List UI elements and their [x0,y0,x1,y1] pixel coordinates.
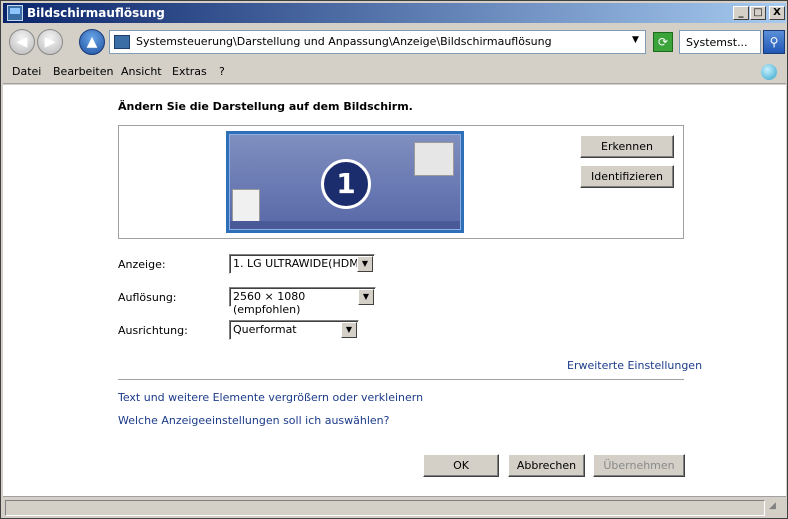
orientation-select[interactable]: Querformat ▼ [229,320,359,340]
globe-icon [761,64,777,80]
monitor-number: 1 [321,159,371,209]
cancel-button[interactable]: Abbrechen [508,454,585,477]
window-title: Bildschirmauflösung [27,6,165,20]
orientation-select-value: Querformat [233,323,297,336]
main-content: Ändern Sie die Darstellung auf dem Bilds… [3,85,786,496]
monitor-1[interactable]: 1 [226,131,464,233]
refresh-icon: ⟳ [657,35,669,49]
display-select-value: 1. LG ULTRAWIDE(HDMI) [233,257,367,270]
menu-ansicht[interactable]: Ansicht [121,65,162,78]
chevron-down-icon[interactable]: ▼ [357,256,373,272]
detect-button[interactable]: Erkennen [580,135,674,158]
back-button[interactable]: ◀ [9,29,35,55]
control-panel-icon [114,35,130,49]
display-select[interactable]: 1. LG ULTRAWIDE(HDMI) ▼ [229,254,375,274]
search-input[interactable] [679,30,761,54]
resolution-select-value: 2560 × 1080 (empfohlen) [233,290,306,316]
status-pane [5,500,765,516]
arrow-left-icon: ◀ [16,34,28,50]
apply-button[interactable]: Übernehmen [593,454,685,477]
taskbar-preview [230,221,460,229]
chevron-down-icon[interactable]: ▼ [341,322,357,338]
address-text: Systemsteuerung\Darstellung und Anpassun… [136,35,552,48]
menu-help[interactable]: ? [219,65,225,78]
window-thumbnail-icon [414,142,454,176]
refresh-button[interactable]: ⟳ [653,32,673,52]
arrow-up-icon: ▲ [86,34,98,50]
navigation-bar: ◀ ▶ ▲ Systemsteuerung\Darstellung und An… [3,23,786,60]
menu-bearbeiten[interactable]: Bearbeiten [53,65,113,78]
forward-button[interactable]: ▶ [37,29,63,55]
search-icon: ⚲ [769,35,779,49]
menu-datei[interactable]: Datei [12,65,41,78]
minimize-button[interactable]: _ [733,6,749,20]
arrow-right-icon: ▶ [44,34,56,50]
resolution-label: Auflösung: [118,291,177,304]
menu-bar: Datei Bearbeiten Ansicht Extras ? [3,60,786,84]
orientation-label: Ausrichtung: [118,324,188,337]
title-bar[interactable]: Bildschirmauflösung _ □ X [3,3,786,23]
address-bar[interactable]: Systemsteuerung\Darstellung und Anpassun… [109,30,646,54]
display-icon [7,5,23,21]
resize-grip-icon[interactable]: ◢ [769,501,783,515]
window: Bildschirmauflösung _ □ X ◀ ▶ ▲ Systemst… [0,0,788,519]
divider [118,379,684,380]
page-heading: Ändern Sie die Darstellung auf dem Bilds… [118,100,413,113]
search-button[interactable]: ⚲ [763,30,785,54]
chevron-down-icon[interactable]: ▼ [632,35,639,45]
close-button[interactable]: X [769,6,785,20]
chevron-down-icon[interactable]: ▼ [358,289,374,305]
identify-button[interactable]: Identifizieren [580,165,674,188]
monitor-preview-area: 1 Erkennen Identifizieren [118,125,684,239]
text-size-link[interactable]: Text und weitere Elemente vergrößern ode… [118,391,423,404]
advanced-settings-link[interactable]: Erweiterte Einstellungen [567,359,702,372]
menu-extras[interactable]: Extras [172,65,207,78]
which-settings-link[interactable]: Welche Anzeigeeinstellungen soll ich aus… [118,414,390,427]
window-thumbnail-icon [232,189,260,223]
status-bar: ◢ [3,496,786,518]
display-label: Anzeige: [118,258,166,271]
up-button[interactable]: ▲ [79,29,105,55]
resolution-select[interactable]: 2560 × 1080 (empfohlen) ▼ [229,287,376,316]
maximize-button[interactable]: □ [750,6,766,20]
ok-button[interactable]: OK [423,454,499,477]
